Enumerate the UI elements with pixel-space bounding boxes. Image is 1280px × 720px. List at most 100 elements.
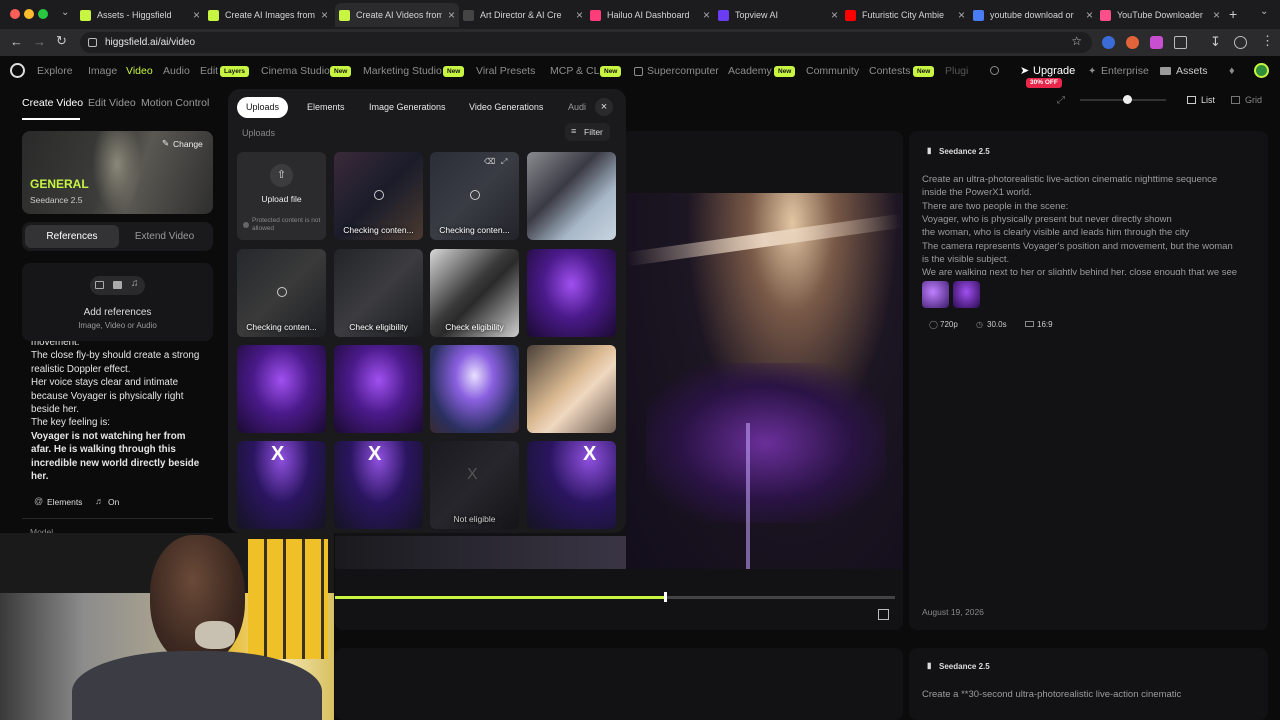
expand-icon[interactable]: ⤢ [1057, 95, 1065, 106]
nav-plugins[interactable]: Plugi [945, 65, 968, 77]
browser-tab[interactable]: youtube download or × [973, 3, 1097, 27]
tab-elements[interactable]: Elements [298, 97, 354, 118]
tab-close-icon[interactable]: × [1213, 9, 1220, 21]
list-view-icon[interactable] [1187, 96, 1196, 104]
scrubber-track[interactable] [335, 596, 895, 599]
elements-button[interactable]: Elements [47, 497, 82, 507]
nav-video[interactable]: Video [126, 65, 153, 77]
reference-thumbnail[interactable] [922, 281, 949, 308]
tab-audio[interactable]: Audi [559, 97, 595, 118]
tab-close-icon[interactable]: × [1086, 9, 1093, 21]
add-references-dropzone[interactable]: ♫ Add references Image, Video or Audio [22, 263, 213, 341]
search-icon[interactable] [990, 66, 999, 75]
check-eligibility-status[interactable]: Check eligibility [430, 322, 519, 332]
minimize-window-button[interactable] [24, 9, 34, 19]
upload-thumbnail[interactable]: Checking conten... [237, 249, 326, 337]
site-settings-icon[interactable] [88, 38, 97, 47]
reference-thumbnail[interactable] [953, 281, 980, 308]
nav-academy[interactable]: Academy [728, 65, 772, 77]
upgrade-button[interactable]: Upgrade [1033, 65, 1075, 77]
browser-tab[interactable]: Topview AI × [718, 3, 842, 27]
nav-edit[interactable]: Edit [200, 65, 218, 77]
tab-search-chevron-icon[interactable]: ⌄ [1260, 6, 1268, 17]
tab-video-generations[interactable]: Video Generations [460, 97, 552, 118]
nav-viral-presets[interactable]: Viral Presets [476, 65, 535, 77]
expand-icon[interactable]: ⤢ [501, 157, 507, 167]
fullscreen-icon[interactable] [878, 609, 889, 620]
browser-menu-icon[interactable]: ⋮ [1261, 33, 1274, 49]
generation-prompt[interactable]: Create an ultra-photorealistic live-acti… [922, 173, 1258, 275]
upload-thumbnail[interactable]: Check eligibility [334, 249, 423, 337]
upload-file-tile[interactable]: ⇧ Upload file Protected content is not a… [237, 152, 326, 240]
upload-thumbnail[interactable]: X Not eligible [430, 441, 519, 529]
check-eligibility-status[interactable]: Check eligibility [334, 322, 423, 332]
tab-close-icon[interactable]: × [576, 9, 583, 21]
upload-thumbnail[interactable]: X [237, 441, 326, 529]
upload-thumbnail[interactable] [527, 152, 616, 240]
tab-extend-video[interactable]: Extend Video [119, 225, 210, 248]
browser-tab[interactable]: YouTube Downloader × [1100, 3, 1224, 27]
higgsfield-logo-icon[interactable] [10, 63, 25, 78]
back-arrow-icon[interactable]: ← [10, 34, 23, 49]
browser-tab[interactable]: Assets - Higgsfield × [80, 3, 204, 27]
upload-thumbnail[interactable]: Checking conten... [334, 152, 423, 240]
nav-marketing-studio[interactable]: Marketing Studio [363, 65, 442, 77]
tab-uploads[interactable]: Uploads [237, 97, 289, 118]
grid-view-button[interactable]: Grid [1245, 95, 1262, 105]
upload-thumbnail[interactable]: X [334, 441, 423, 529]
avatar[interactable] [1254, 63, 1269, 78]
downloads-icon[interactable]: ↧ [1210, 34, 1221, 50]
address-bar[interactable]: higgsfield.ai/ai/video ☆ [80, 32, 1092, 53]
browser-tab[interactable]: Hailuo AI Dashboard × [590, 3, 714, 27]
nav-enterprise[interactable]: Enterprise [1101, 65, 1149, 77]
extension-rocket-icon[interactable] [1102, 36, 1115, 49]
video-preview[interactable] [626, 193, 903, 569]
upload-thumbnail[interactable] [527, 345, 616, 433]
tab-list-chevron-icon[interactable]: ⌄ [61, 7, 69, 18]
browser-tab-active[interactable]: Create AI Videos from × [335, 3, 459, 27]
tab-close-icon[interactable]: × [831, 9, 838, 21]
new-tab-button[interactable]: + [1229, 6, 1237, 22]
upload-thumbnail[interactable] [430, 345, 519, 433]
close-panel-button[interactable]: × [595, 98, 613, 116]
reload-icon[interactable]: ↻ [56, 33, 67, 49]
change-model-button[interactable]: Change [173, 139, 203, 149]
upload-thumbnail[interactable]: X [527, 441, 616, 529]
audio-toggle[interactable]: On [108, 497, 119, 507]
browser-tab[interactable]: Art Director & AI Cre × [463, 3, 587, 27]
filter-button[interactable]: ≡ Filter [565, 123, 610, 141]
nav-community[interactable]: Community [806, 65, 859, 77]
nav-mcp-cli[interactable]: MCP & CLI [550, 65, 602, 77]
upload-thumbnail[interactable]: Check eligibility [430, 249, 519, 337]
extension-bug-icon[interactable] [1126, 36, 1139, 49]
tab-motion-control[interactable]: Motion Control [141, 97, 209, 109]
list-view-button[interactable]: List [1201, 95, 1215, 105]
bookmark-star-icon[interactable]: ☆ [1071, 34, 1082, 48]
notification-bell-icon[interactable]: ♦ [1229, 65, 1235, 77]
forward-arrow-icon[interactable]: → [33, 34, 46, 49]
upload-thumbnail[interactable] [237, 345, 326, 433]
browser-tab[interactable]: Create AI Images from × [208, 3, 332, 27]
close-window-button[interactable] [10, 9, 20, 19]
nav-explore[interactable]: Explore [37, 65, 73, 77]
nav-contests[interactable]: Contests [869, 65, 910, 77]
tab-close-icon[interactable]: × [321, 9, 328, 21]
grid-view-icon[interactable] [1231, 96, 1240, 104]
upload-thumbnail[interactable]: ⌫ ⤢ Checking conten... [430, 152, 519, 240]
tab-close-icon[interactable]: × [448, 9, 455, 21]
prompt-textarea[interactable]: movement. The close fly-by should create… [22, 341, 213, 521]
nav-cinema-studio[interactable]: Cinema Studio [261, 65, 330, 77]
browser-tab[interactable]: Futuristic City Ambie × [845, 3, 969, 27]
nav-audio[interactable]: Audio [163, 65, 190, 77]
nav-assets[interactable]: Assets [1176, 65, 1208, 77]
tab-edit-video[interactable]: Edit Video [88, 97, 136, 109]
tab-close-icon[interactable]: × [703, 9, 710, 21]
scrubber-handle[interactable] [664, 592, 668, 602]
tab-references[interactable]: References [25, 225, 119, 248]
tab-image-generations[interactable]: Image Generations [360, 97, 455, 118]
model-card[interactable]: GENERAL Seedance 2.5 ✎ Change [22, 131, 213, 214]
maximize-window-button[interactable] [38, 9, 48, 19]
upload-thumbnail[interactable] [527, 249, 616, 337]
tab-close-icon[interactable]: × [958, 9, 965, 21]
zoom-slider-thumb[interactable] [1123, 95, 1132, 104]
